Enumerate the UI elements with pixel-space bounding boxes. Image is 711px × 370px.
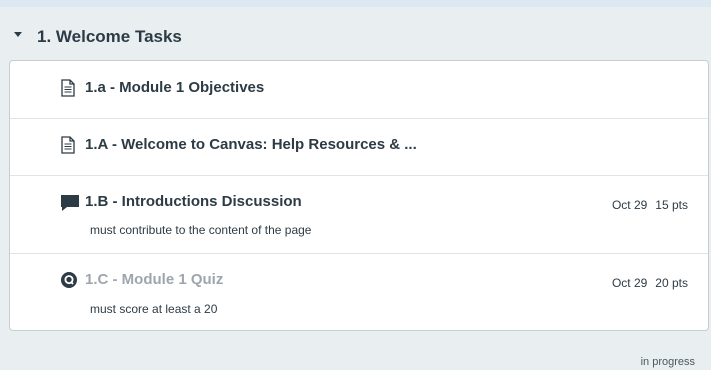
module-items-list: 1.a - Module 1 Objectives 1.A - Welcome … [9,60,709,331]
module-item-module-quiz[interactable]: 1.C - Module 1 Quiz must score at least … [10,253,708,331]
points: 20 pts [655,276,688,290]
module-header[interactable]: 1. Welcome Tasks [0,7,711,60]
module-item-title[interactable]: 1.B - Introductions Discussion [85,193,302,210]
module-item-meta: Oct 29 20 pts [612,276,688,290]
module-item-objectives[interactable]: 1.a - Module 1 Objectives [10,61,708,119]
quiz-icon [60,271,78,294]
module-item-title[interactable]: 1.A - Welcome to Canvas: Help Resources … [85,136,417,153]
module-item-help-resources[interactable]: 1.A - Welcome to Canvas: Help Resources … [10,118,708,176]
page-icon [60,79,76,102]
module-item-requirement: must contribute to the content of the pa… [90,223,312,237]
top-band [0,0,711,7]
due-date: Oct 29 [611,198,648,212]
page-icon [60,136,76,159]
module-item-requirement: must score at least a 20 [90,302,218,316]
module-title[interactable]: 1. Welcome Tasks [37,27,182,47]
discussion-icon [60,194,80,217]
collapse-arrow-icon[interactable] [14,32,22,37]
points: 15 pts [655,198,688,212]
module-item-title[interactable]: 1.C - Module 1 Quiz [85,271,223,288]
module-item-title[interactable]: 1.a - Module 1 Objectives [85,79,264,96]
module-item-meta: Oct 29 15 pts [612,198,688,212]
module-item-introductions-discussion[interactable]: 1.B - Introductions Discussion must cont… [10,175,708,254]
module-status: in progress [640,356,695,368]
due-date: Oct 29 [611,276,648,290]
